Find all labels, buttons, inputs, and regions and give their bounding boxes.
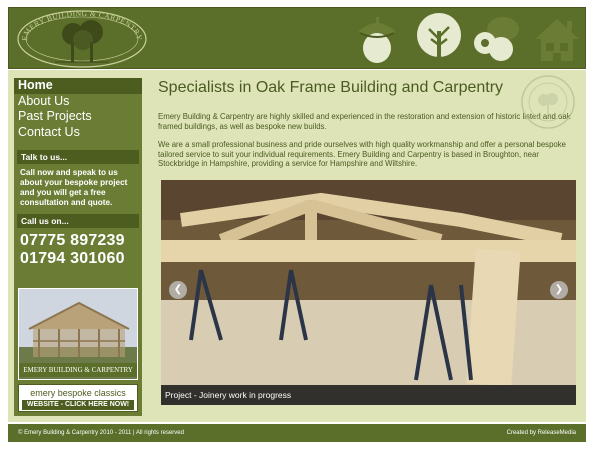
tools-icon xyxy=(474,17,519,61)
bespoke-classics-banner[interactable]: emery bespoke classics WEBSITE - CLICK H… xyxy=(18,384,138,412)
stamp-logo-icon xyxy=(521,75,575,129)
main-content: Specialists in Oak Frame Building and Ca… xyxy=(158,75,578,416)
gallery-prev-button[interactable]: ❮ xyxy=(169,281,187,299)
gallery-caption: Project - Joinery work in progress xyxy=(161,385,576,405)
nav-past-projects[interactable]: Past Projects xyxy=(14,109,142,125)
talk-text-free: free xyxy=(90,188,106,197)
credits-link[interactable]: Created by ReleaseMedia xyxy=(507,424,576,442)
call-heading: Call us on... xyxy=(17,214,139,228)
copyright-text: © Emery Building & Carpentry 2010 - 2011… xyxy=(18,430,184,436)
gallery-photo xyxy=(161,180,576,405)
talk-heading: Talk to us... xyxy=(17,150,139,164)
photo-caption: EMERY BUILDING & CARPENTRY xyxy=(23,366,133,374)
sidebar: Home About Us Past Projects Contact Us T… xyxy=(14,78,142,416)
acorn-icon xyxy=(359,17,395,63)
page-title: Specialists in Oak Frame Building and Ca… xyxy=(158,79,504,96)
intro-paragraph-2: We are a small professional business and… xyxy=(158,140,566,168)
phone-number-1[interactable]: 07775 897239 xyxy=(14,232,142,250)
nav-home[interactable]: Home xyxy=(14,78,142,94)
svg-text:EMERY BUILDING & CARPENTRY: EMERY BUILDING & CARPENTRY xyxy=(20,10,144,41)
logo-text: EMERY BUILDING & CARPENTRY xyxy=(20,10,144,41)
chevron-left-icon: ❮ xyxy=(173,284,183,295)
nav-contact-us[interactable]: Contact Us xyxy=(14,125,142,141)
site-header: EMERY BUILDING & CARPENTRY xyxy=(8,7,586,69)
sidebar-project-photo[interactable]: EMERY BUILDING & CARPENTRY xyxy=(18,288,138,380)
talk-text-part-1: Call now and speak to us about your besp… xyxy=(20,168,128,197)
page-body: Home About Us Past Projects Contact Us T… xyxy=(8,70,586,422)
talk-text-part-2: consultation and quote. xyxy=(20,198,113,207)
site-footer: © Emery Building & Carpentry 2010 - 2011… xyxy=(8,424,586,442)
banner-line-2: WEBSITE - CLICK HERE NOW! xyxy=(22,400,134,410)
gallery-next-button[interactable]: ❯ xyxy=(550,281,568,299)
project-gallery[interactable]: ❮ ❯ Project - Joinery work in progress xyxy=(161,180,576,405)
logo-text-ring: EMERY BUILDING & CARPENTRY xyxy=(20,10,144,41)
house-icon xyxy=(535,19,579,61)
banner-line-1: emery bespoke classics xyxy=(30,388,126,398)
phone-number-2[interactable]: 01794 301060 xyxy=(14,250,142,268)
chevron-right-icon: ❯ xyxy=(554,284,564,295)
nav-about-us[interactable]: About Us xyxy=(14,94,142,110)
intro-paragraph-1: Emery Building & Carpentry are highly sk… xyxy=(158,112,571,131)
talk-text: Call now and speak to us about your besp… xyxy=(14,164,142,208)
oak-tree-icon xyxy=(417,13,461,61)
